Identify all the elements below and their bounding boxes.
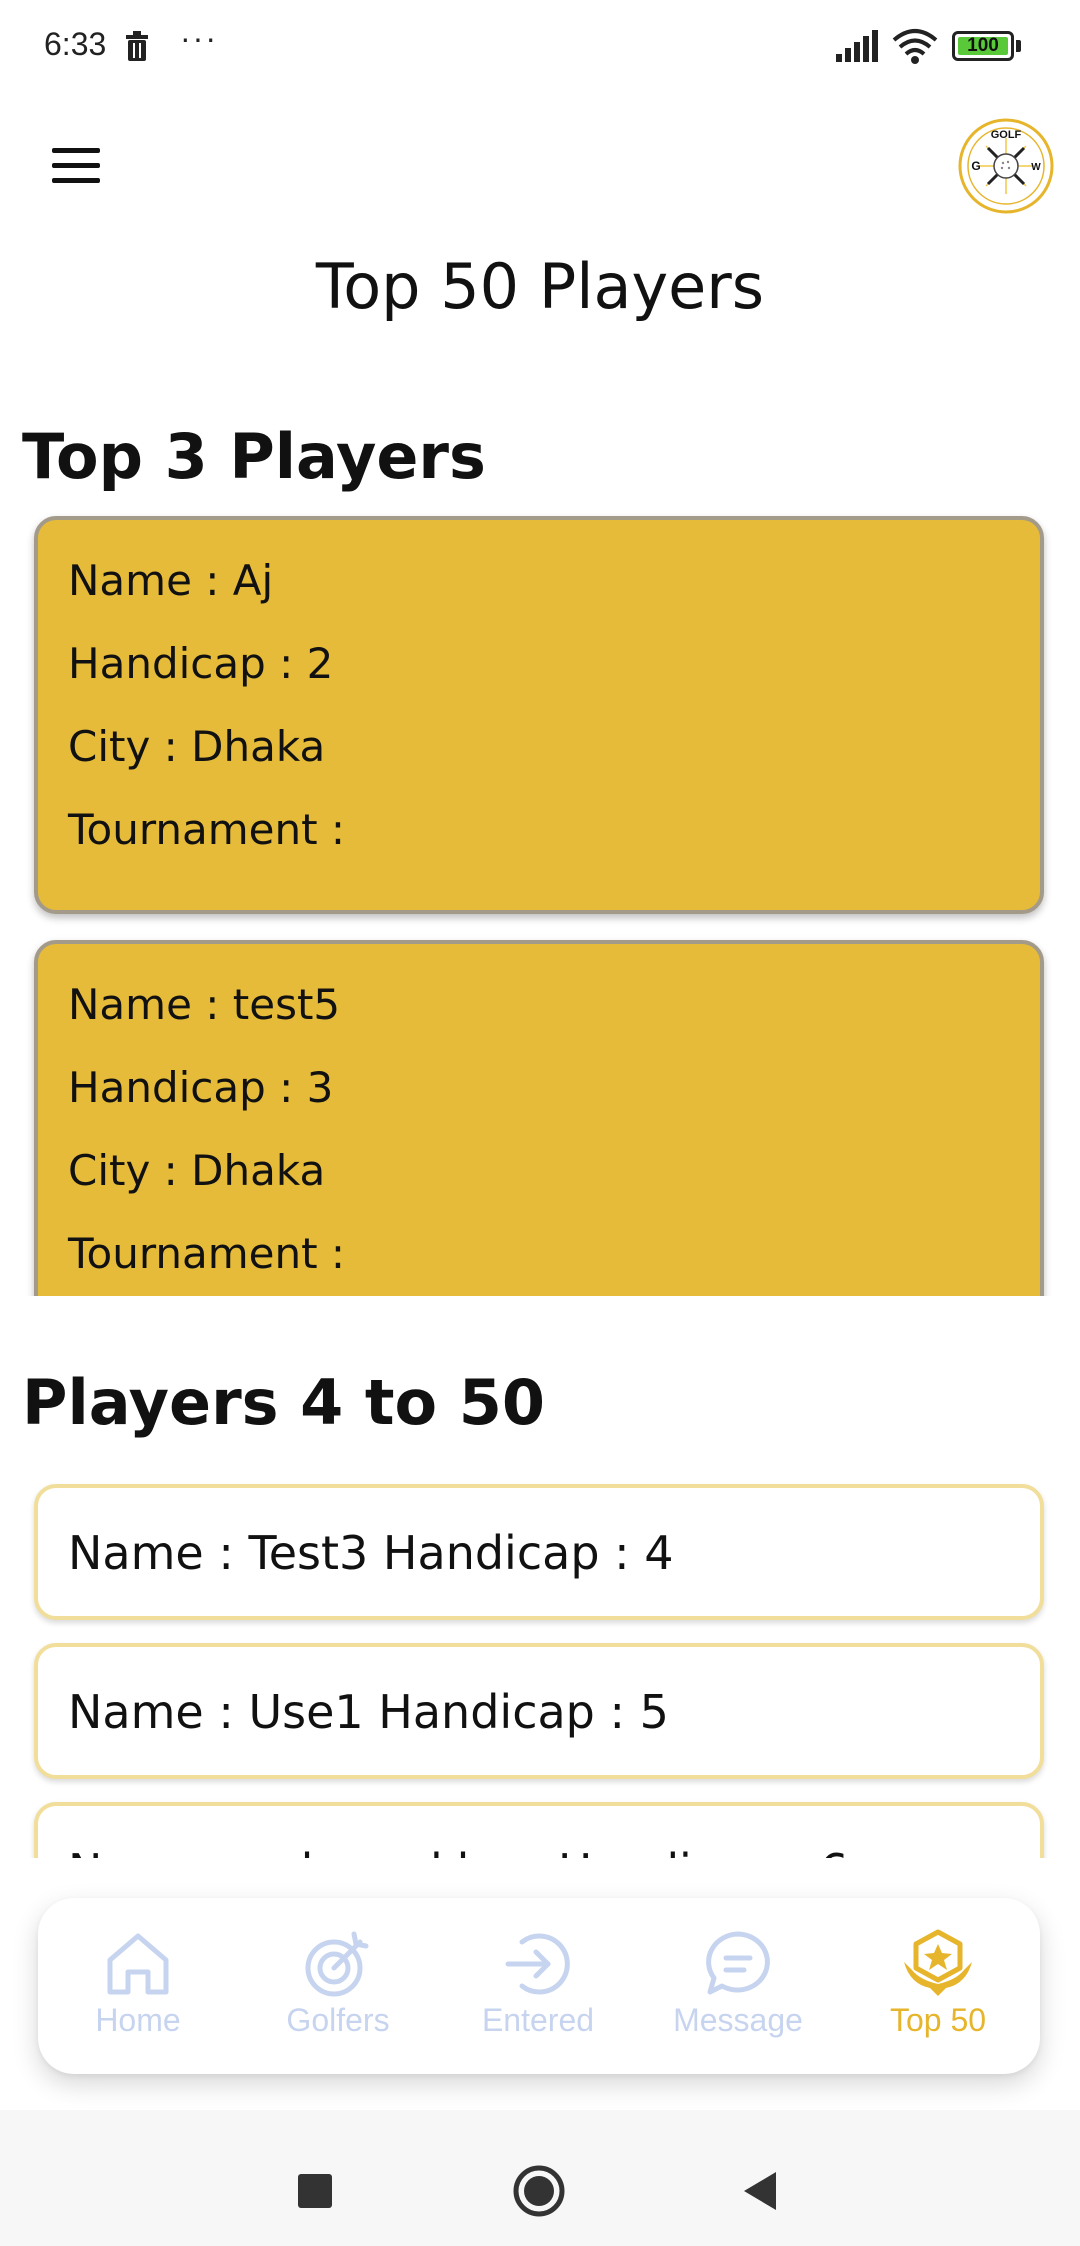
top3-player-card[interactable]: Name : Aj Handicap : 2 City : Dhaka Tour… — [34, 516, 1044, 914]
recent-apps-button[interactable] — [298, 2174, 332, 2208]
top3-section-title: Top 3 Players — [22, 420, 486, 493]
logo-text-top: GOLF — [991, 129, 1022, 141]
signal-icon — [836, 30, 878, 62]
player-summary: Name : Use1 Handicap : 5 — [68, 1685, 669, 1739]
login-arrow-icon — [505, 1933, 570, 1995]
nav-item-top50[interactable]: Top 50 — [838, 1898, 1038, 2074]
player-tournament: Tournament : — [68, 805, 346, 854]
rest-section-title: Players 4 to 50 — [22, 1366, 545, 1439]
battery-level: 100 — [967, 35, 999, 56]
target-icon — [305, 1931, 369, 1997]
nav-label-home: Home — [95, 2002, 181, 2038]
nav-item-golfers[interactable]: Golfers — [238, 1898, 438, 2074]
logo-text-left: G — [971, 159, 980, 173]
nav-label-top50: Top 50 — [889, 2002, 987, 2038]
home-button[interactable] — [512, 2164, 566, 2218]
player-handicap: Handicap : 2 — [68, 639, 334, 688]
trash-icon — [126, 31, 148, 61]
system-navigation-bar — [0, 2110, 1080, 2246]
hamburger-menu-icon[interactable] — [44, 140, 108, 192]
rest-players-list[interactable]: Name : Test3 Handicap : 4 Name : Use1 Ha… — [0, 1476, 1080, 1858]
player-tournament: Tournament : — [68, 1229, 346, 1278]
nav-item-message[interactable]: Message — [638, 1898, 838, 2074]
home-icon — [107, 1933, 169, 1995]
top3-player-card[interactable]: Name : test5 Handicap : 3 City : Dhaka T… — [34, 940, 1044, 1296]
bottom-navigation: Home Golfers Entered Message Top 50 — [38, 1898, 1040, 2074]
list-item[interactable]: Name : salman khan Handicap : 6 — [34, 1802, 1044, 1858]
battery-tip — [1016, 40, 1021, 52]
player-name: Name : Aj — [68, 556, 274, 605]
status-bar: 6:33 ··· 100 — [0, 0, 1080, 96]
player-city: City : Dhaka — [68, 1146, 326, 1195]
top3-scroll-area[interactable]: Name : Aj Handicap : 2 City : Dhaka Tour… — [0, 510, 1080, 1296]
nav-item-entered[interactable]: Entered — [438, 1898, 638, 2074]
chat-icon — [706, 1931, 770, 1995]
nav-label-entered: Entered — [481, 2002, 595, 2038]
battery-icon: 100 — [952, 31, 1014, 61]
back-button[interactable] — [742, 2170, 778, 2212]
status-more-indicator: ··· — [180, 20, 218, 56]
page-title: Top 50 Players — [315, 250, 765, 323]
player-summary: Name : Test3 Handicap : 4 — [68, 1526, 674, 1580]
player-summary: Name : salman khan Handicap : 6 — [68, 1844, 849, 1858]
trophy-star-icon — [904, 1929, 972, 1996]
nav-item-home[interactable]: Home — [38, 1898, 238, 2074]
list-item[interactable]: Name : Use1 Handicap : 5 — [34, 1643, 1044, 1779]
nav-label-golfers: Golfers — [286, 2002, 390, 2038]
wifi-icon — [892, 29, 938, 64]
player-city: City : Dhaka — [68, 722, 326, 771]
logo-text-right: W — [1031, 162, 1041, 173]
list-item[interactable]: Name : Test3 Handicap : 4 — [34, 1484, 1044, 1620]
status-time: 6:33 — [44, 26, 107, 62]
golf-logo: GOLF G W — [958, 118, 1054, 214]
player-handicap: Handicap : 3 — [68, 1063, 334, 1112]
nav-label-message: Message — [673, 2002, 803, 2038]
player-name: Name : test5 — [68, 980, 341, 1029]
